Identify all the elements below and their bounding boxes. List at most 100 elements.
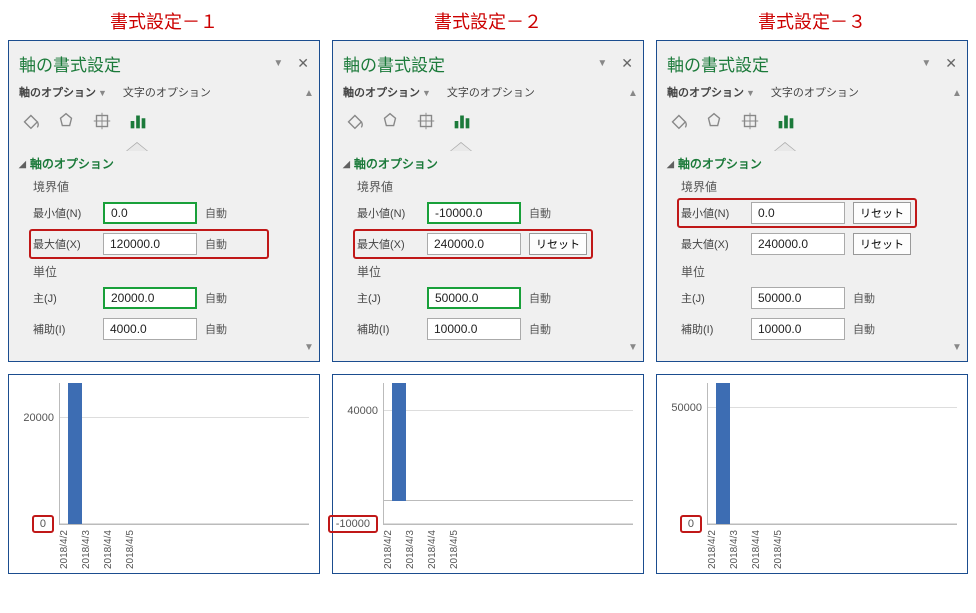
- major-label: 主(J): [681, 290, 743, 306]
- y-axis-tick: -10000: [328, 515, 378, 533]
- minor-status: 自動: [853, 321, 897, 337]
- category-fill-button[interactable]: [667, 110, 689, 135]
- max-status: 自動: [205, 236, 249, 252]
- max-label: 最大値(X): [681, 236, 743, 252]
- pane-scrollbar[interactable]: ▲ ▼: [949, 89, 965, 353]
- scroll-down-icon[interactable]: ▼: [304, 343, 314, 353]
- column: 書式設定－３ 軸の書式設定 ▼ ✕ 軸のオプション▼ 文字のオプション ◢軸のオ…: [656, 8, 968, 574]
- scroll-up-icon[interactable]: ▲: [628, 89, 638, 99]
- pane-menu-icon[interactable]: ▼: [597, 58, 607, 69]
- max-reset-button[interactable]: リセット: [853, 233, 911, 255]
- major-row: 主(J) 自動: [357, 285, 633, 311]
- group-units-label: 単位: [33, 263, 309, 280]
- column-title: 書式設定－１: [8, 8, 320, 34]
- column: 書式設定－１ 軸の書式設定 ▼ ✕ 軸のオプション▼ 文字のオプション ◢軸のオ…: [8, 8, 320, 574]
- tab-text-options[interactable]: 文字のオプション: [123, 84, 211, 100]
- category-fill-button[interactable]: [19, 110, 41, 135]
- x-axis-label: 2018/4/2: [707, 525, 727, 569]
- category-chart-button[interactable]: [775, 110, 797, 135]
- min-status: 自動: [205, 205, 249, 221]
- major-row: 主(J) 自動: [33, 285, 309, 311]
- minor-input[interactable]: [751, 318, 845, 340]
- major-input[interactable]: [751, 287, 845, 309]
- x-axis-label: 2018/4/4: [103, 525, 123, 569]
- size-icon: [415, 110, 437, 132]
- minor-row: 補助(I) 自動: [357, 316, 633, 342]
- group-units-label: 単位: [681, 263, 957, 280]
- section-axis-options[interactable]: ◢軸のオプション: [667, 155, 957, 172]
- category-size-button[interactable]: [91, 110, 113, 135]
- min-input[interactable]: [103, 202, 197, 224]
- max-input[interactable]: [103, 233, 197, 255]
- min-input[interactable]: [427, 202, 521, 224]
- scroll-up-icon[interactable]: ▲: [952, 89, 962, 99]
- minor-row: 補助(I) 自動: [681, 316, 957, 342]
- category-chart-button[interactable]: [451, 110, 473, 135]
- pane-menu-icon[interactable]: ▼: [273, 58, 283, 69]
- category-effects-button[interactable]: [379, 110, 401, 135]
- close-icon[interactable]: ✕: [621, 55, 633, 72]
- scroll-down-icon[interactable]: ▼: [952, 343, 962, 353]
- section-axis-options[interactable]: ◢軸のオプション: [19, 155, 309, 172]
- pane-scrollbar[interactable]: ▲ ▼: [301, 89, 317, 353]
- max-row: 最大値(X) リセット: [681, 231, 957, 257]
- close-icon[interactable]: ✕: [297, 55, 309, 72]
- category-size-button[interactable]: [415, 110, 437, 135]
- min-reset-button[interactable]: リセット: [853, 202, 911, 224]
- x-axis-label: 2018/4/5: [773, 525, 793, 569]
- max-row: 最大値(X) リセット: [357, 231, 633, 257]
- gridline: [708, 407, 957, 408]
- major-row: 主(J) 自動: [681, 285, 957, 311]
- category-chart-button[interactable]: [127, 110, 149, 135]
- min-row: 最小値(N) リセット: [681, 200, 957, 226]
- minor-label: 補助(I): [357, 321, 419, 337]
- pane-menu-icon[interactable]: ▼: [921, 58, 931, 69]
- scroll-down-icon[interactable]: ▼: [628, 343, 638, 353]
- chart-preview: 500000 2018/4/22018/4/32018/4/42018/4/5: [656, 374, 968, 574]
- size-icon: [91, 110, 113, 132]
- size-icon: [739, 110, 761, 132]
- effects-icon: [55, 110, 77, 132]
- y-axis-tick: 20000: [23, 412, 54, 424]
- fill-icon: [19, 110, 41, 132]
- max-input[interactable]: [751, 233, 845, 255]
- scroll-up-icon[interactable]: ▲: [304, 89, 314, 99]
- category-fill-button[interactable]: [343, 110, 365, 135]
- format-pane: 軸の書式設定 ▼ ✕ 軸のオプション▼ 文字のオプション ◢軸のオプション 境界…: [656, 40, 968, 362]
- y-axis-tick: 50000: [671, 402, 702, 414]
- major-input[interactable]: [427, 287, 521, 309]
- category-size-button[interactable]: [739, 110, 761, 135]
- chart-plot-area: 500000: [707, 383, 957, 525]
- tab-text-options[interactable]: 文字のオプション: [447, 84, 535, 100]
- minor-input[interactable]: [103, 318, 197, 340]
- column: 書式設定－２ 軸の書式設定 ▼ ✕ 軸のオプション▼ 文字のオプション ◢軸のオ…: [332, 8, 644, 574]
- minor-status: 自動: [205, 321, 249, 337]
- category-effects-button[interactable]: [703, 110, 725, 135]
- min-input[interactable]: [751, 202, 845, 224]
- x-axis-label: 2018/4/4: [427, 525, 447, 569]
- category-effects-button[interactable]: [55, 110, 77, 135]
- chart-icon: [451, 110, 473, 132]
- column-title: 書式設定－３: [656, 8, 968, 34]
- major-status: 自動: [853, 290, 897, 306]
- pane-scrollbar[interactable]: ▲ ▼: [625, 89, 641, 353]
- min-label: 最小値(N): [33, 205, 95, 221]
- x-axis-line: [384, 500, 633, 501]
- close-icon[interactable]: ✕: [945, 55, 957, 72]
- max-reset-button[interactable]: リセット: [529, 233, 587, 255]
- chart-preview: 40000-10000 2018/4/22018/4/32018/4/42018…: [332, 374, 644, 574]
- tab-text-options[interactable]: 文字のオプション: [771, 84, 859, 100]
- x-axis-label: 2018/4/4: [751, 525, 771, 569]
- tab-axis-options[interactable]: 軸のオプション▼: [19, 84, 107, 100]
- min-label: 最小値(N): [681, 205, 743, 221]
- major-input[interactable]: [103, 287, 197, 309]
- min-row: 最小値(N) 自動: [357, 200, 633, 226]
- data-bar: [68, 383, 82, 524]
- tab-axis-options[interactable]: 軸のオプション▼: [667, 84, 755, 100]
- gridline: [384, 523, 633, 524]
- minor-input[interactable]: [427, 318, 521, 340]
- max-input[interactable]: [427, 233, 521, 255]
- x-axis-label: 2018/4/3: [81, 525, 101, 569]
- tab-axis-options[interactable]: 軸のオプション▼: [343, 84, 431, 100]
- section-axis-options[interactable]: ◢軸のオプション: [343, 155, 633, 172]
